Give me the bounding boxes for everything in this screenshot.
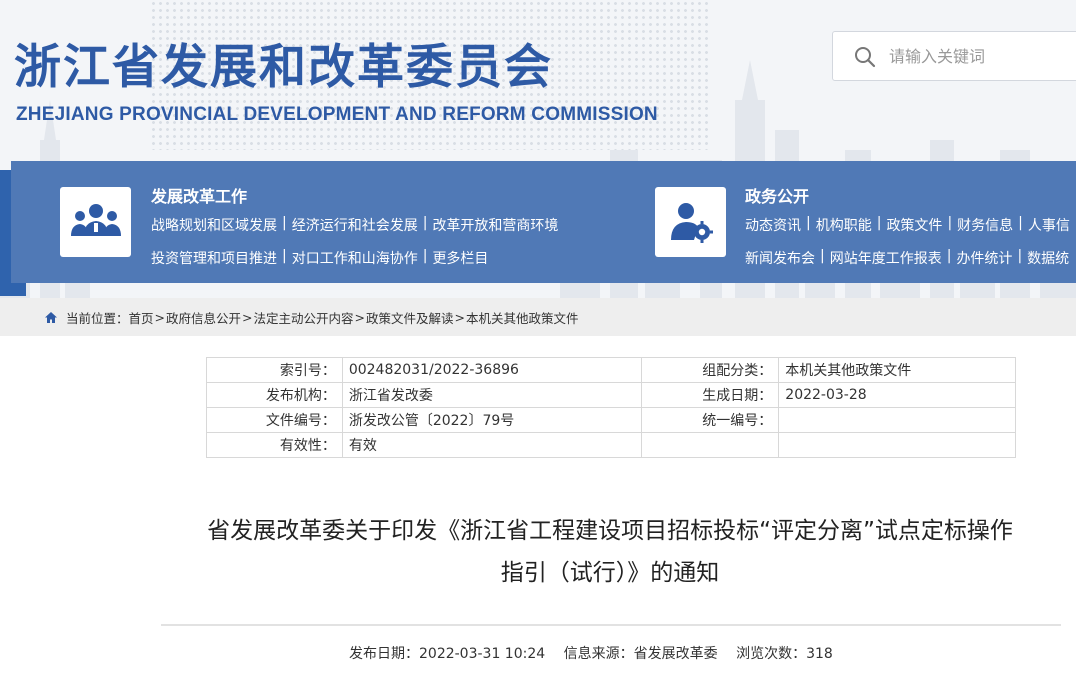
article-title: 省发展改革委关于印发《浙江省工程建设项目招标投标“评定分离”试点定标操作 指引（… <box>150 510 1070 594</box>
table-row: 文件编号： 浙发改公管〔2022〕79号 统一编号： <box>206 407 1016 433</box>
nav-link-investment-management[interactable]: 投资管理和项目推进 <box>151 248 277 268</box>
article-meta: 发布日期：2022-03-31 10:24 信息来源：省发展改革委 浏览次数：3… <box>349 643 847 663</box>
publish-date: 发布日期：2022-03-31 10:24 <box>349 646 546 662</box>
breadcrumb-prefix: 当前位置： <box>66 310 129 326</box>
nav-link-annual-report[interactable]: 网站年度工作报表 <box>830 248 942 268</box>
nav-title-government-affairs[interactable]: 政务公开 <box>745 183 809 207</box>
nav-link-news[interactable]: 动态资讯 <box>745 215 801 235</box>
nav-links-row-2: 投资管理和项目推进 | 对口工作和山海协作 | 更多栏目 <box>151 248 489 268</box>
breadcrumb-gov-info[interactable]: 政府信息公开 <box>166 308 241 327</box>
meta-label: 生成日期： <box>641 382 780 408</box>
meta-label: 组配分类： <box>641 357 780 383</box>
nav-links-row-2: 新闻发布会 | 网站年度工作报表 | 办件统计 | 数据统 <box>745 248 1070 268</box>
nav-title-development-reform[interactable]: 发展改革工作 <box>151 183 247 207</box>
nav-link-press-conference[interactable]: 新闻发布会 <box>745 248 815 268</box>
breadcrumb-current[interactable]: 本机关其他政策文件 <box>466 308 579 327</box>
meta-label: 索引号： <box>206 357 343 383</box>
article-title-line-1: 省发展改革委关于印发《浙江省工程建设项目招标投标“评定分离”试点定标操作 <box>207 518 1013 544</box>
nav-link-counterpart-work[interactable]: 对口工作和山海协作 <box>292 248 418 268</box>
table-row: 有效性： 有效 <box>206 432 1016 458</box>
meta-label: 文件编号： <box>206 407 343 433</box>
meta-value: 浙江省发改委 <box>341 382 643 408</box>
nav-link-personnel[interactable]: 人事信 <box>1028 215 1070 235</box>
search-icon[interactable] <box>853 45 877 69</box>
nav-links-row-1: 战略规划和区域发展 | 经济运行和社会发展 | 改革开放和营商环境 <box>151 215 559 235</box>
breadcrumb: 当前位置： 首页 > 政府信息公开 > 法定主动公开内容 > 政策文件及解读 > 本机关… <box>0 298 1076 336</box>
nav-link-reform-opening[interactable]: 改革开放和营商环境 <box>432 215 558 235</box>
meta-value: 2022-03-28 <box>778 382 1016 408</box>
nav-link-functions[interactable]: 机构职能 <box>816 215 872 235</box>
breadcrumb-legal-disclosure[interactable]: 法定主动公开内容 <box>254 308 354 327</box>
nav-link-finance[interactable]: 财务信息 <box>957 215 1013 235</box>
site-subtitle: ZHEJIANG PROVINCIAL DEVELOPMENT AND REFO… <box>16 104 658 125</box>
article-title-line-2: 指引（试行）》的通知 <box>500 560 720 586</box>
meta-label: 有效性： <box>206 432 343 458</box>
info-source: 信息来源：省发展改革委 <box>563 646 718 662</box>
nav-section-development-reform: 发展改革工作 战略规划和区域发展 | 经济运行和社会发展 | 改革开放和营商环境 投… <box>11 161 631 283</box>
view-count: 浏览次数：318 <box>736 646 833 662</box>
title-divider <box>161 624 1061 626</box>
nav-link-economic-operation[interactable]: 经济运行和社会发展 <box>292 215 418 235</box>
nav-links-row-1: 动态资讯 | 机构职能 | 政策文件 | 财务信息 | 人事信 <box>745 215 1070 235</box>
meta-label: 发布机构： <box>206 382 343 408</box>
table-row: 索引号： 002482031/2022-36896 组配分类： 本机关其他政策文… <box>206 357 1016 383</box>
meta-label: 统一编号： <box>641 407 780 433</box>
meta-value <box>778 432 1016 458</box>
document-meta-table: 索引号： 002482031/2022-36896 组配分类： 本机关其他政策文… <box>206 357 1016 458</box>
breadcrumb-home[interactable]: 首页 <box>129 308 154 327</box>
nav-link-policy-docs[interactable]: 政策文件 <box>886 215 942 235</box>
nav-link-case-stats[interactable]: 办件统计 <box>956 248 1012 268</box>
meta-value: 浙发改公管〔2022〕79号 <box>341 407 643 433</box>
nav-icon-box[interactable] <box>655 187 726 257</box>
table-row: 发布机构： 浙江省发改委 生成日期： 2022-03-28 <box>206 382 1016 408</box>
nav-section-government-affairs: 政务公开 动态资讯 | 机构职能 | 政策文件 | 财务信息 | 人事信 新闻发布会 | … <box>651 161 1076 283</box>
nav-link-strategic-planning[interactable]: 战略规划和区域发展 <box>151 215 277 235</box>
nav-link-data-stats[interactable]: 数据统 <box>1027 248 1069 268</box>
user-gear-icon <box>670 203 713 243</box>
main-nav-panel: 发展改革工作 战略规划和区域发展 | 经济运行和社会发展 | 改革开放和营商环境 投… <box>11 161 1076 283</box>
people-group-icon <box>70 204 121 236</box>
site-title[interactable]: 浙江省发展和改革委员会 <box>14 28 553 97</box>
meta-label <box>641 432 780 458</box>
meta-value: 本机关其他政策文件 <box>778 357 1016 383</box>
breadcrumb-policy-docs[interactable]: 政策文件及解读 <box>366 308 454 327</box>
meta-value: 有效 <box>341 432 643 458</box>
meta-value <box>778 407 1016 433</box>
search-input[interactable] <box>889 42 1076 70</box>
search-box[interactable] <box>832 31 1076 81</box>
home-icon <box>45 311 57 323</box>
meta-value: 002482031/2022-36896 <box>341 357 643 383</box>
nav-link-more-columns[interactable]: 更多栏目 <box>432 248 488 268</box>
nav-icon-box[interactable] <box>60 187 131 257</box>
